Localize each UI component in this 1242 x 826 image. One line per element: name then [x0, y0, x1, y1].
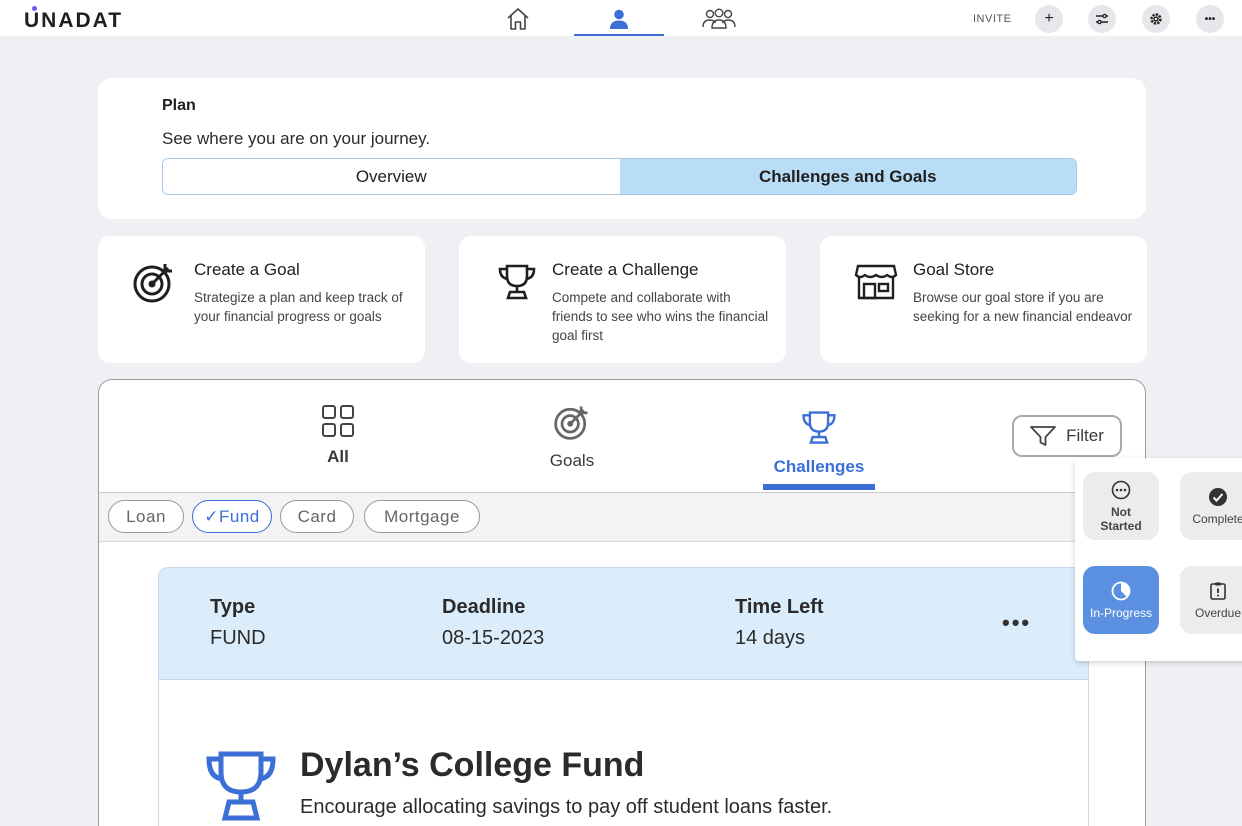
challenge-title: Dylan’s College Fund: [300, 746, 645, 784]
status-not-started[interactable]: Not Started: [1083, 472, 1159, 540]
create-goal-title: Create a Goal: [194, 260, 300, 279]
tab-active-indicator: [763, 484, 875, 490]
status-complete[interactable]: Complete: [1180, 472, 1242, 540]
check-circle-icon: [1209, 487, 1227, 506]
challenge-card[interactable]: Type FUND Deadline 08-15-2023 Time Left …: [158, 567, 1089, 826]
funnel-icon: [1030, 426, 1057, 446]
chip-loan[interactable]: Loan: [108, 500, 184, 533]
dots-circle-icon: [1111, 480, 1131, 499]
target-icon: [133, 264, 172, 303]
plan-subtitle: See where you are on your journey.: [162, 129, 431, 148]
group-icon: [702, 8, 736, 29]
settings-button[interactable]: [1142, 5, 1170, 33]
status-label: Overdue: [1194, 605, 1242, 620]
create-challenge-description: Compete and collaborate with friends to …: [552, 290, 769, 343]
nav-active-indicator: [574, 34, 664, 36]
card-more-button[interactable]: •••: [1002, 610, 1031, 636]
grid-icon: [322, 405, 354, 437]
more-menu-button[interactable]: •••: [1196, 5, 1224, 33]
goal-store-card[interactable]: Goal Store Browse our goal store if you …: [820, 236, 1147, 363]
nav-profile-button[interactable]: [574, 4, 664, 34]
time-left-value: 14 days: [735, 627, 806, 649]
chip-fund[interactable]: ✓Fund: [192, 500, 272, 533]
create-goal-description: Strategize a plan and keep track of your…: [194, 290, 403, 324]
status-label: In-Progress: [1089, 605, 1153, 620]
deadline-field: Deadline 08-15-2023: [442, 596, 544, 650]
tab-goals[interactable]: Goals: [539, 402, 605, 471]
ellipsis-icon: •••: [1204, 13, 1216, 25]
filter-button[interactable]: Filter: [1012, 415, 1122, 457]
adjust-button[interactable]: [1088, 5, 1116, 33]
tab-goals-label: Goals: [549, 451, 595, 470]
plan-title: Plan: [162, 97, 196, 114]
invite-button[interactable]: INVITE: [973, 13, 1011, 25]
tab-challenges-label: Challenges: [773, 457, 865, 476]
challenge-card-header: Type FUND Deadline 08-15-2023 Time Left …: [159, 568, 1088, 680]
status-label: Complete: [1192, 511, 1242, 526]
add-button[interactable]: +: [1035, 5, 1063, 33]
trophy-icon: [498, 264, 536, 300]
create-goal-card[interactable]: Create a Goal Strategize a plan and keep…: [98, 236, 425, 363]
store-icon: [854, 264, 898, 300]
nav-home-button[interactable]: [503, 4, 533, 34]
create-challenge-title: Create a Challenge: [552, 260, 699, 279]
create-challenge-card[interactable]: Create a Challenge Compete and collabora…: [459, 236, 786, 363]
tab-overview[interactable]: Overview: [163, 159, 620, 194]
trophy-icon: [802, 411, 836, 444]
nav-community-button[interactable]: [700, 4, 738, 34]
trophy-icon: [206, 751, 276, 821]
category-chips: Loan ✓Fund Card Mortgage: [99, 492, 1145, 542]
plus-icon: +: [1044, 10, 1054, 27]
plan-view-switch: Overview Challenges and Goals: [162, 158, 1077, 195]
type-field: Type FUND: [210, 596, 266, 650]
plan-card: Plan See where you are on your journey. …: [98, 78, 1146, 219]
tab-all-label: All: [327, 447, 349, 466]
person-icon: [610, 9, 628, 29]
home-icon: [507, 8, 529, 30]
pie-clock-icon: [1111, 581, 1131, 600]
tab-challenges[interactable]: Challenges: [759, 408, 879, 477]
app-logo[interactable]: UNADAT: [24, 6, 123, 33]
status-overdue[interactable]: Overdue: [1180, 566, 1242, 634]
goal-store-title: Goal Store: [913, 260, 995, 279]
time-left-label: Time Left: [735, 596, 824, 618]
chip-mortgage[interactable]: Mortgage: [364, 500, 480, 533]
deadline-value: 08-15-2023: [442, 627, 545, 649]
status-filter-popover: Not Started Complete In-Progress Overdue: [1075, 458, 1242, 661]
alert-clipboard-icon: [1210, 582, 1226, 600]
tab-challenges-and-goals[interactable]: Challenges and Goals: [619, 159, 1076, 194]
tab-all[interactable]: All: [305, 404, 371, 467]
status-in-progress[interactable]: In-Progress: [1083, 566, 1159, 634]
type-value: FUND: [210, 627, 266, 649]
filter-label: Filter: [1066, 426, 1104, 445]
sliders-icon: [1096, 13, 1108, 25]
chip-card[interactable]: Card: [280, 500, 354, 533]
goal-store-description: Browse our goal store if you are seeking…: [913, 290, 1133, 324]
gear-icon: [1150, 13, 1162, 25]
target-icon: [554, 406, 588, 440]
deadline-label: Deadline: [442, 596, 526, 618]
type-label: Type: [210, 596, 256, 618]
top-bar: UNADAT INVITE + •••: [0, 0, 1242, 36]
status-label: Not Started: [1100, 504, 1142, 533]
time-left-field: Time Left 14 days: [735, 596, 824, 650]
challenges-panel: All Goals Challenges Filter Loan ✓Fund C…: [98, 379, 1146, 826]
challenge-description: Encourage allocating savings to pay off …: [300, 796, 833, 818]
